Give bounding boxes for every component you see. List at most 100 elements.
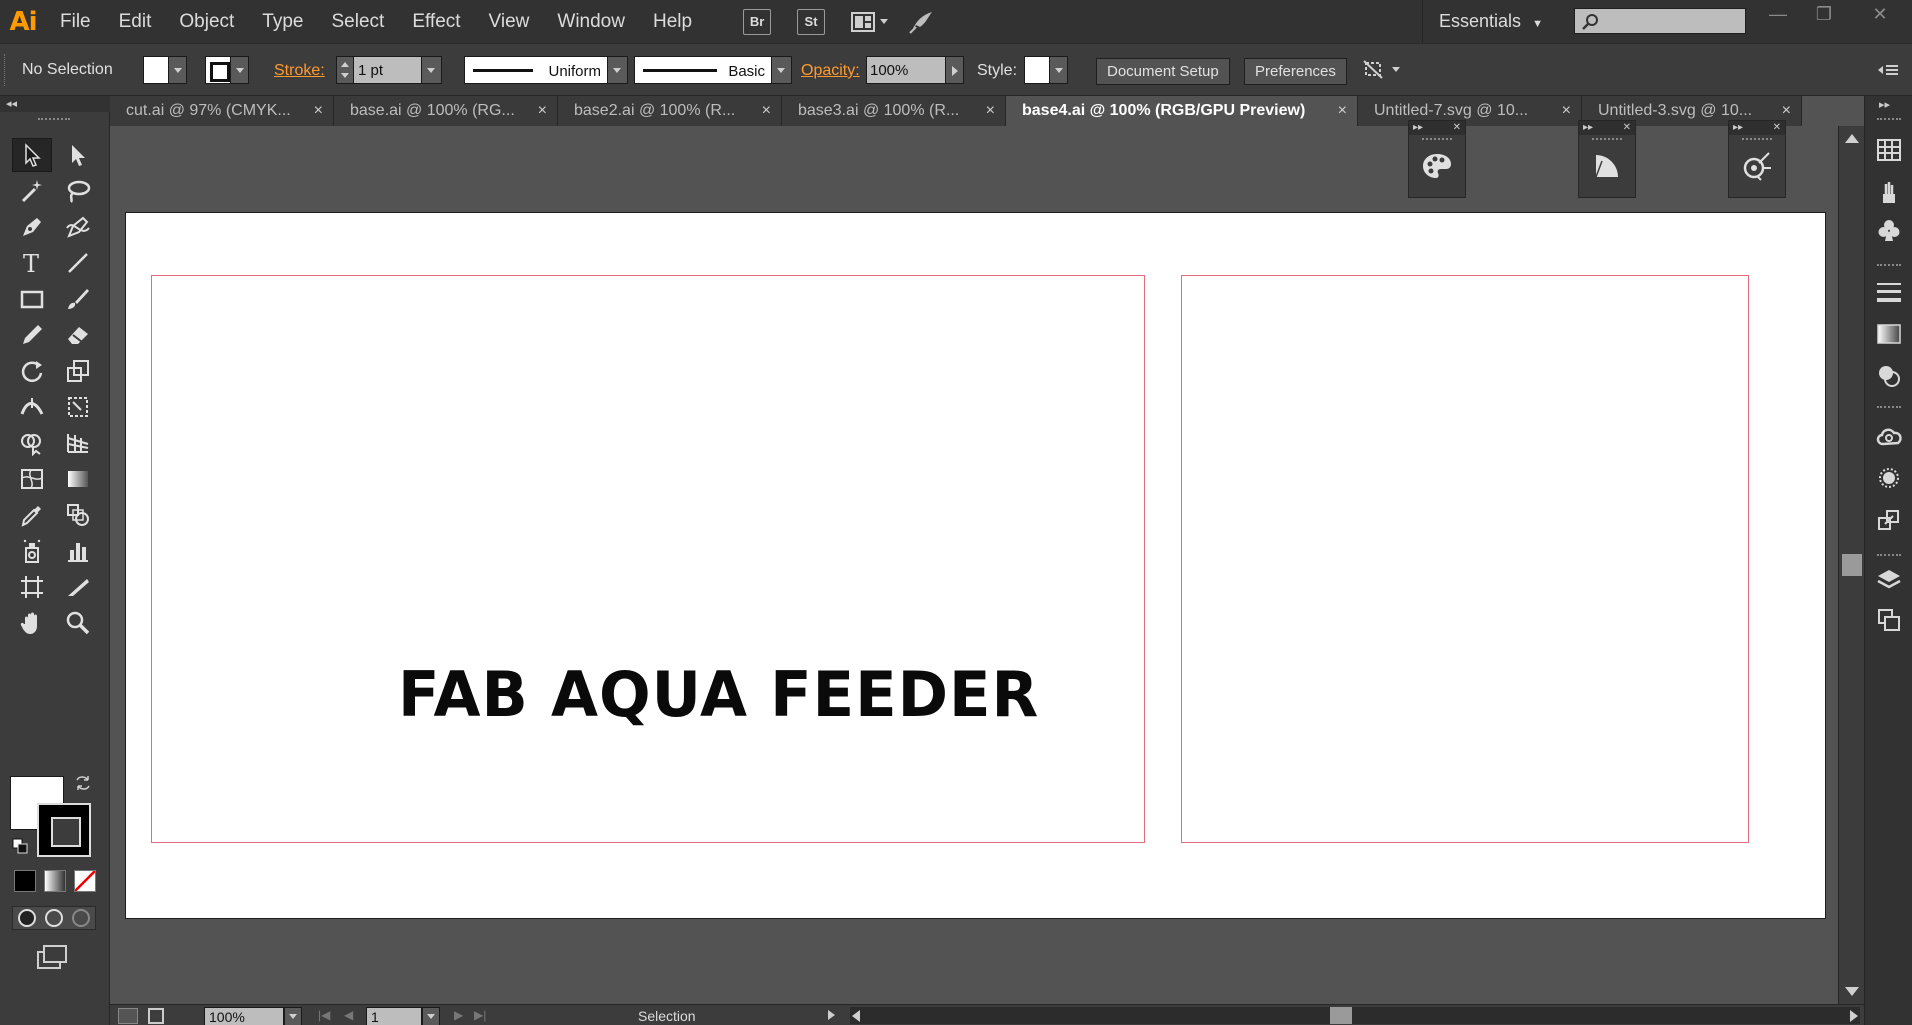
gradient-mode-button[interactable] — [44, 870, 66, 892]
brush-dropdown[interactable] — [772, 56, 792, 84]
artboard-number-field[interactable]: 1 — [366, 1007, 422, 1025]
stock-button[interactable]: St — [797, 8, 826, 35]
magic-wand-tool-icon[interactable] — [12, 174, 52, 208]
hand-tool-icon[interactable] — [12, 606, 52, 640]
menu-object[interactable]: Object — [165, 0, 248, 43]
slice-tool-icon[interactable] — [58, 570, 98, 604]
document-setup-button[interactable]: Document Setup — [1096, 58, 1230, 85]
draw-behind-icon[interactable] — [44, 909, 63, 927]
draw-inside-icon[interactable] — [72, 909, 91, 927]
stroke-panel-icon[interactable] — [1875, 278, 1903, 306]
color-mode-button[interactable] — [14, 870, 36, 892]
artboard-1[interactable]: FAB AQUA FEEDER — [151, 275, 1145, 843]
panel-header[interactable]: ▸▸ ✕ — [1409, 121, 1465, 135]
perspective-grid-tool-icon[interactable] — [58, 426, 98, 460]
scale-tool-icon[interactable] — [58, 354, 98, 388]
scroll-right-icon[interactable] — [1850, 1010, 1858, 1022]
stroke-color-swatch[interactable] — [37, 803, 91, 857]
mesh-tool-icon[interactable] — [12, 462, 52, 496]
vertical-scrollbar[interactable] — [1838, 126, 1864, 1004]
dock-grip[interactable] — [1877, 264, 1901, 266]
artboard-dropdown[interactable] — [422, 1007, 440, 1025]
line-segment-tool-icon[interactable] — [58, 246, 98, 280]
color-guide-panel[interactable]: ▸▸ ✕ — [1408, 120, 1466, 198]
control-bar-grip[interactable] — [4, 54, 7, 86]
blend-tool-icon[interactable] — [58, 498, 98, 532]
zoom-field[interactable]: 100% — [204, 1007, 284, 1025]
tab-base2[interactable]: base2.ai @ 100% (R... × — [558, 96, 782, 126]
status-options-icon[interactable] — [828, 1010, 835, 1020]
search-input[interactable] — [1574, 8, 1746, 34]
stroke-swatch[interactable] — [205, 56, 231, 84]
opacity-value[interactable]: 100% — [866, 56, 946, 84]
dock-grip[interactable] — [1877, 406, 1901, 408]
last-artboard-icon[interactable]: ▶| — [474, 1008, 486, 1022]
fill-color-picker[interactable] — [143, 56, 187, 84]
workspace-switcher[interactable]: Essentials ▼ — [1422, 0, 1572, 43]
stroke-color-picker[interactable] — [205, 56, 249, 84]
stroke-weight-stepper[interactable] — [336, 56, 354, 84]
headline-text[interactable]: FAB AQUA FEEDER — [398, 658, 1039, 731]
curvature-tool-icon[interactable] — [58, 210, 98, 244]
scroll-down-icon[interactable] — [1845, 987, 1859, 996]
zoom-dropdown[interactable] — [284, 1007, 302, 1025]
artboard-tool-icon[interactable] — [12, 570, 52, 604]
close-icon[interactable]: × — [314, 96, 323, 126]
type-tool-icon[interactable]: T — [12, 246, 52, 280]
canvas-area[interactable]: FAB AQUA FEEDER ▸▸ ✕ ▸▸ ✕ ▸▸ ✕ — [110, 120, 1838, 1004]
menu-select[interactable]: Select — [318, 0, 399, 43]
tab-base[interactable]: base.ai @ 100% (RG... × — [334, 96, 558, 126]
close-icon[interactable]: × — [762, 96, 771, 126]
close-icon[interactable]: × — [1338, 96, 1347, 126]
graphic-style-dropdown[interactable] — [1050, 56, 1068, 84]
fill-dropdown[interactable] — [169, 56, 187, 84]
screen-mode-icon[interactable] — [36, 944, 70, 970]
close-icon[interactable]: × — [986, 96, 995, 126]
zoom-tool-icon[interactable] — [58, 606, 98, 640]
gpu-performance-icon[interactable] — [908, 9, 938, 35]
swap-fill-stroke-icon[interactable] — [74, 774, 92, 792]
tab-base4[interactable]: base4.ai @ 100% (RGB/GPU Preview) × — [1006, 96, 1358, 126]
shape-builder-tool-icon[interactable] — [12, 426, 52, 460]
menu-help[interactable]: Help — [639, 0, 706, 43]
gradient-shape-icon[interactable] — [1583, 144, 1631, 188]
eraser-tool-icon[interactable] — [58, 318, 98, 352]
expand-icon[interactable]: ▸▸ — [1413, 121, 1423, 135]
prev-artboard-icon[interactable]: ◀ — [344, 1008, 353, 1022]
tab-untitled-7[interactable]: Untitled-7.svg @ 10... × — [1358, 96, 1582, 126]
palette-icon[interactable] — [1413, 144, 1461, 188]
scroll-left-icon[interactable] — [852, 1010, 860, 1022]
menu-edit[interactable]: Edit — [105, 0, 166, 43]
menu-view[interactable]: View — [475, 0, 544, 43]
paintbrush-tool-icon[interactable] — [58, 282, 98, 316]
symbols-panel[interactable]: ▸▸ ✕ — [1728, 120, 1786, 198]
lasso-tool-icon[interactable] — [58, 174, 98, 208]
direct-selection-tool-icon[interactable] — [58, 138, 98, 172]
tab-cut[interactable]: cut.ai @ 97% (CMYK... × — [110, 96, 334, 126]
free-transform-tool-icon[interactable] — [58, 390, 98, 424]
panel-header[interactable]: ▸▸ ✕ — [1579, 121, 1635, 135]
swatches-icon[interactable] — [1875, 136, 1903, 164]
pen-tool-icon[interactable] — [12, 210, 52, 244]
profile-dropdown[interactable] — [608, 56, 628, 84]
share-icon[interactable] — [148, 1008, 164, 1024]
preferences-button[interactable]: Preferences — [1244, 58, 1347, 85]
close-icon[interactable]: ✕ — [1773, 121, 1781, 135]
graphic-style-picker[interactable] — [1024, 56, 1068, 84]
menu-effect[interactable]: Effect — [398, 0, 474, 43]
graphic-style-swatch[interactable] — [1024, 56, 1050, 84]
column-graph-tool-icon[interactable] — [58, 534, 98, 568]
dock-grip[interactable] — [1877, 554, 1901, 556]
none-mode-button[interactable] — [74, 870, 96, 892]
stroke-weight-dropdown[interactable] — [422, 56, 442, 84]
variable-width-profile[interactable]: Uniform — [464, 56, 628, 84]
opacity-slider-button[interactable] — [946, 56, 964, 84]
arrange-documents-icon[interactable] — [850, 9, 894, 35]
gradient-panel-icon[interactable] — [1875, 320, 1903, 348]
artboard-2[interactable] — [1181, 275, 1749, 843]
tools-grip[interactable] — [38, 118, 70, 122]
expand-panels-icon[interactable]: ▸▸ — [1879, 98, 1890, 111]
stroke-panel-link[interactable]: Stroke: — [274, 62, 325, 80]
transparency-panel[interactable]: ▸▸ ✕ — [1578, 120, 1636, 198]
menu-type[interactable]: Type — [248, 0, 317, 43]
